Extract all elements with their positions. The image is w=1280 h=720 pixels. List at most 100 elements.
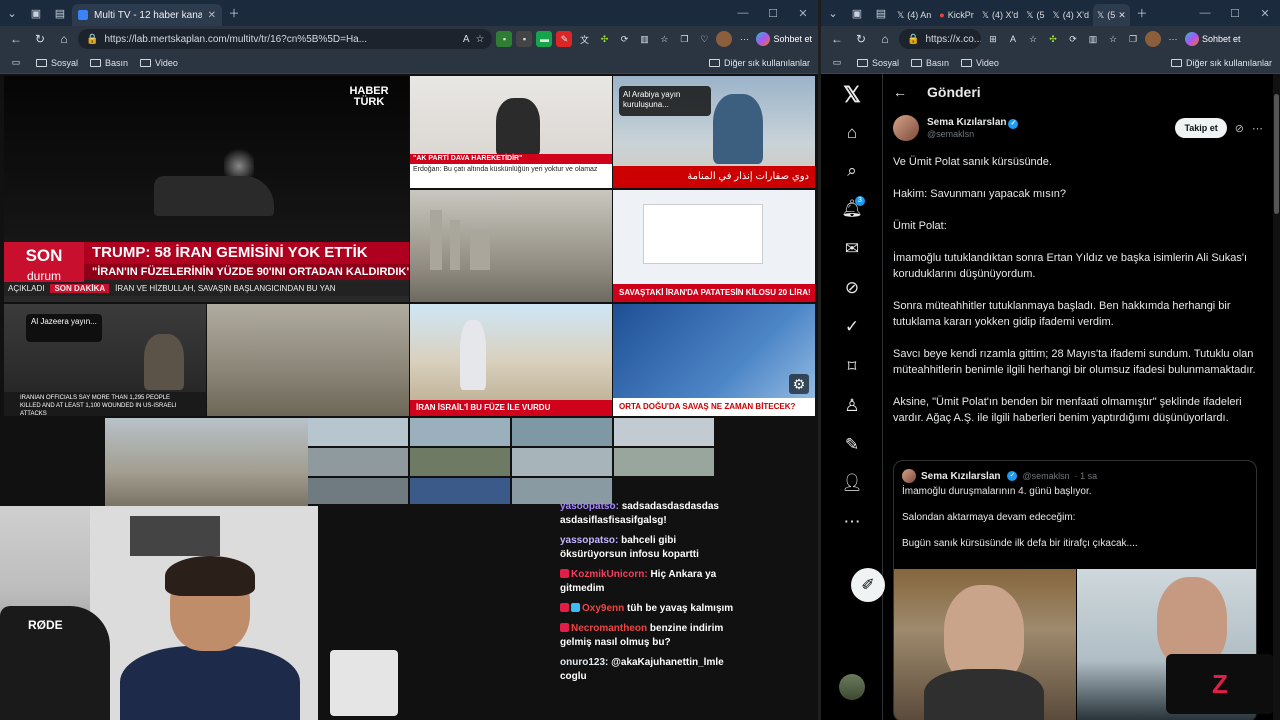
more-nav-icon[interactable]: ⋯: [839, 509, 865, 535]
mini-tv-tile[interactable]: [308, 448, 408, 476]
mini-tv-tile[interactable]: [308, 418, 408, 446]
favorites-icon[interactable]: ☆: [1105, 31, 1121, 47]
profile-avatar[interactable]: [716, 31, 733, 47]
tv-tile-blue-studio[interactable]: ORTA DOĞU'DA SAVAŞ NE ZAMAN BİTECEK? ⚙: [613, 304, 815, 416]
tv-tile-studio[interactable]: SAVAŞTAKİ İRAN'DA PATATESİN KİLOSU 20 Lİ…: [613, 190, 815, 302]
vertical-tabs-icon[interactable]: ▤: [48, 0, 72, 26]
tv-tile-alarabiya[interactable]: Al Arabiya yayın kuruluşuna... دوي صفارا…: [613, 76, 815, 188]
home-nav-icon[interactable]: ⌂: [839, 120, 865, 146]
tab-x-1[interactable]: 𝕏 (4) An: [893, 4, 935, 26]
tab-actions-icon[interactable]: ⌄: [0, 0, 24, 26]
tab-x-3[interactable]: 𝕏 (5: [1022, 4, 1048, 26]
copilot-chat-button[interactable]: Sohbet et: [756, 32, 812, 46]
tv-tile-city-skyline[interactable]: [410, 190, 612, 302]
new-tab-icon[interactable]: ＋: [222, 0, 246, 26]
favorite-star-icon[interactable]: ☆: [1025, 31, 1041, 47]
bookmark-folder-basin[interactable]: Basın: [911, 58, 949, 68]
favorite-star-icon[interactable]: ☆: [476, 34, 485, 45]
new-tab-icon[interactable]: ＋: [1130, 0, 1154, 26]
mini-tv-tile[interactable]: [410, 448, 510, 476]
extension-icon-5[interactable]: ✣: [596, 31, 612, 47]
settings-gear-icon[interactable]: ⚙: [789, 374, 809, 394]
maximize-icon[interactable]: ☐: [758, 7, 788, 20]
bookmark-folder-basin[interactable]: Basın: [90, 58, 128, 68]
tab-actions-icon[interactable]: ⌄: [821, 0, 845, 26]
quoted-photo-1[interactable]: [894, 569, 1076, 720]
other-favorites[interactable]: Diğer sık kullanılanlar: [1170, 58, 1272, 68]
profile-nav-icon[interactable]: 👤︎: [839, 470, 865, 496]
page-scrollbar[interactable]: [1273, 74, 1280, 720]
sync-icon[interactable]: ⟳: [616, 31, 632, 47]
read-aloud-icon[interactable]: A: [463, 34, 470, 45]
grok-explain-icon[interactable]: ⊘: [1235, 122, 1244, 135]
back-arrow-icon[interactable]: ←: [893, 84, 907, 100]
split-screen-icon[interactable]: ▥: [1085, 31, 1101, 47]
workspaces-icon[interactable]: ▣: [24, 0, 48, 26]
extension-icon-1[interactable]: ▪: [496, 31, 513, 47]
back-icon[interactable]: ←: [827, 32, 847, 46]
tab-multitv[interactable]: Multi TV - 12 haber kanalını aynı a ✕: [72, 4, 222, 26]
author-avatar[interactable]: [893, 115, 919, 141]
notifications-nav-icon[interactable]: 🔔︎ 3: [839, 196, 865, 222]
workspaces-icon[interactable]: ▣: [845, 0, 869, 26]
chat-username[interactable]: yassopatso:: [560, 535, 618, 546]
bookmark-folder-video[interactable]: Video: [140, 58, 178, 68]
tv-tile-city-aerial[interactable]: [207, 304, 409, 416]
close-window-icon[interactable]: ✕: [788, 7, 818, 20]
browser-essentials-icon[interactable]: ♡: [696, 31, 712, 47]
vertical-tabs-icon[interactable]: ▤: [869, 0, 893, 26]
tab-x-2[interactable]: 𝕏 (4) X'd: [978, 4, 1023, 26]
account-avatar[interactable]: [839, 674, 865, 700]
author-name-row[interactable]: Sema Kızılarslan ✓: [927, 117, 1019, 129]
close-tab-icon[interactable]: ✕: [1118, 10, 1126, 21]
search-nav-icon[interactable]: ⌕: [839, 158, 865, 184]
chat-username[interactable]: onuro123:: [560, 657, 608, 668]
extension-icon-2[interactable]: ▪: [516, 31, 533, 47]
mini-tv-tile[interactable]: [308, 478, 408, 504]
collections-icon[interactable]: ❐: [676, 31, 692, 47]
tab-kick[interactable]: ● KickPr: [935, 4, 977, 26]
mini-tv-tile[interactable]: [410, 418, 510, 446]
tv-tile-haberturk[interactable]: HABER TÜRK SON durum TRUMP: 58 İRAN GEMİS…: [4, 76, 409, 302]
grok-nav-icon[interactable]: ⊘: [839, 275, 865, 301]
tv-tile-ntv[interactable]: "AK PARTİ DAVA HAREKETİDİR" Erdoğan: Bu …: [410, 76, 612, 188]
copilot-chat-button[interactable]: Sohbet et: [1185, 32, 1241, 46]
chat-username[interactable]: yasoopatso:: [560, 501, 619, 512]
back-icon[interactable]: ←: [6, 32, 26, 46]
extension-icon[interactable]: ✣: [1045, 31, 1061, 47]
tv-tile-reporter[interactable]: İRAN İSRAİL'İ BU FÜZE İLE VURDU: [410, 304, 612, 416]
verified-orgs-nav-icon[interactable]: ✓: [839, 314, 865, 340]
close-tab-icon[interactable]: ✕: [208, 10, 216, 21]
bookmark-folder-video[interactable]: Video: [961, 58, 999, 68]
bookmark-folder-sosyal[interactable]: Sosyal: [36, 58, 78, 68]
refresh-icon[interactable]: ↻: [30, 32, 50, 46]
compose-post-button[interactable]: ✐: [851, 568, 885, 602]
sync-icon[interactable]: ⟳: [1065, 31, 1081, 47]
tv-tile-city-panorama[interactable]: [105, 418, 308, 506]
tab-x-4[interactable]: 𝕏 (4) X'd: [1049, 4, 1094, 26]
translate-icon[interactable]: 文: [576, 31, 592, 47]
bookmark-folder-sosyal[interactable]: Sosyal: [857, 58, 899, 68]
chat-username[interactable]: KozmikUnicorn:: [571, 569, 648, 580]
refresh-icon[interactable]: ↻: [851, 32, 871, 46]
minimize-icon[interactable]: —: [728, 7, 758, 20]
scrollbar-thumb[interactable]: [1274, 94, 1279, 214]
close-window-icon[interactable]: ✕: [1250, 7, 1280, 20]
jobs-nav-icon[interactable]: ♙: [839, 393, 865, 419]
more-menu-icon[interactable]: ⋯: [1165, 31, 1181, 47]
chat-username[interactable]: Oxy9enn: [582, 603, 624, 614]
tv-tile-aljazeera[interactable]: Al Jazeera yayın... IRANIAN OFFICIALS SA…: [4, 304, 206, 416]
extension-icon-3[interactable]: ▬: [536, 31, 553, 47]
home-icon[interactable]: ⌂: [54, 32, 74, 46]
url-field[interactable]: 🔒 https://x.co...: [899, 29, 981, 49]
url-field[interactable]: 🔒 https://lab.mertskaplan.com/multitv/tr…: [78, 29, 493, 49]
minimize-icon[interactable]: —: [1190, 7, 1220, 20]
extension-icon-4[interactable]: ✎: [556, 31, 573, 47]
tab-x-active[interactable]: 𝕏 (5 ✕: [1093, 4, 1130, 26]
more-menu-icon[interactable]: ⋯: [736, 31, 752, 47]
premium-nav-icon[interactable]: ✎: [839, 432, 865, 458]
post-more-icon[interactable]: ⋯: [1252, 122, 1263, 135]
home-icon[interactable]: ⌂: [875, 32, 895, 46]
split-screen-icon[interactable]: ▥: [636, 31, 652, 47]
read-aloud-icon[interactable]: A: [1005, 31, 1021, 47]
